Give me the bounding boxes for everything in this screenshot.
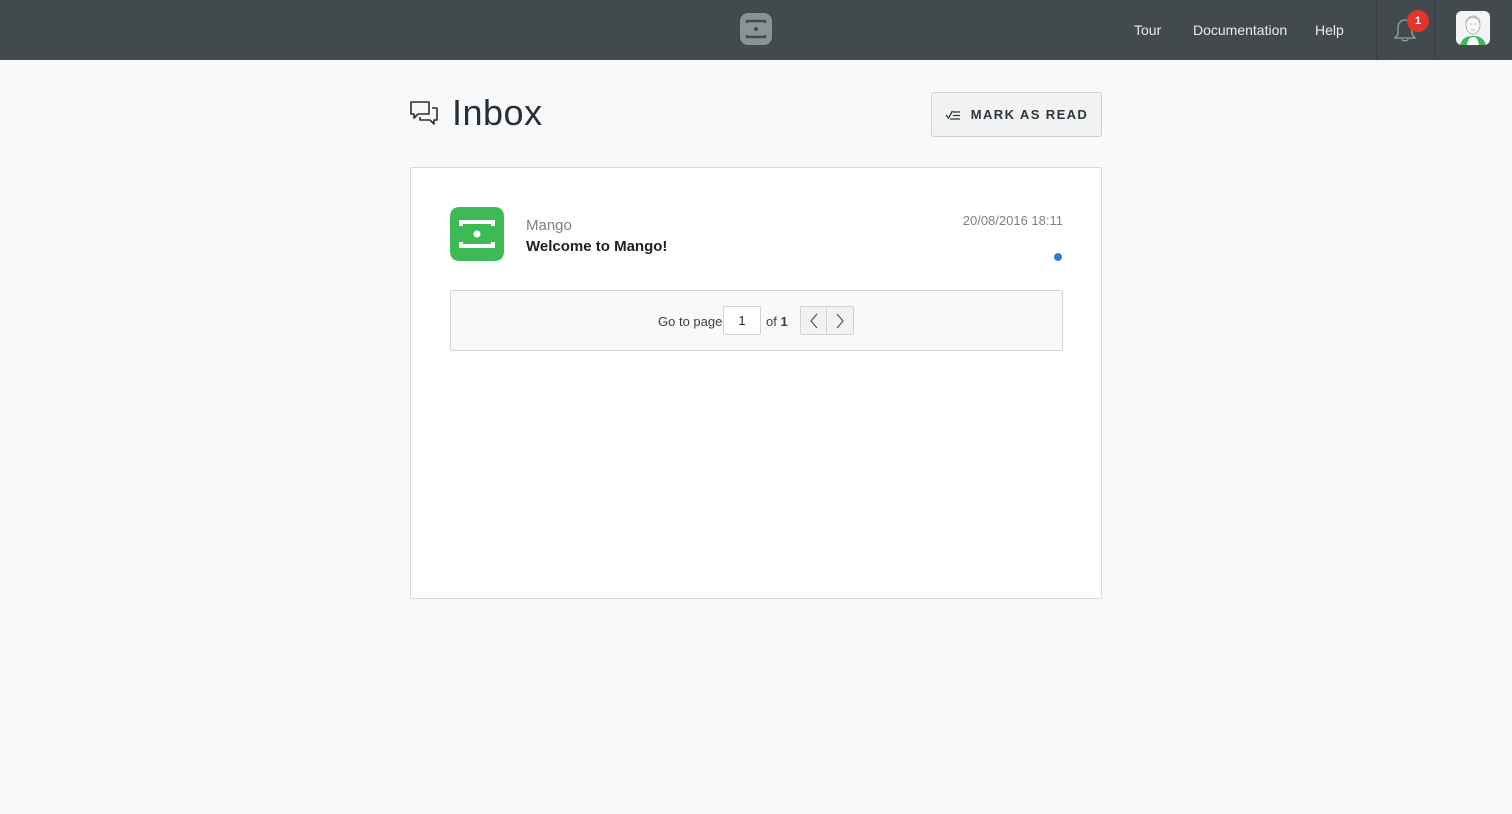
- message-list-item[interactable]: Mango Welcome to Mango! 20/08/2016 18:11: [450, 206, 1063, 266]
- mark-as-read-label: MARK AS READ: [970, 107, 1089, 122]
- chevron-right-icon: [836, 313, 844, 328]
- next-page-button[interactable]: [827, 306, 854, 335]
- chevron-left-icon: [809, 313, 817, 328]
- check-list-icon: [945, 110, 960, 120]
- top-navigation-bar: Tour Documentation Help 1: [0, 0, 1512, 60]
- pagination-bar: Go to page of 1: [450, 290, 1063, 351]
- nav-link-help[interactable]: Help: [1315, 22, 1344, 38]
- page-number-input[interactable]: [723, 306, 761, 335]
- notifications-button[interactable]: 1: [1377, 0, 1434, 60]
- total-pages-label: of 1: [766, 314, 788, 329]
- go-to-page-label: Go to page: [658, 314, 723, 329]
- notification-count-badge: 1: [1407, 10, 1429, 32]
- unread-indicator: [1054, 253, 1062, 261]
- mark-as-read-button[interactable]: MARK AS READ: [931, 92, 1102, 137]
- nav-link-tour[interactable]: Tour: [1134, 22, 1161, 38]
- nav-link-documentation[interactable]: Documentation: [1193, 22, 1287, 38]
- message-subject: Welcome to Mango!: [526, 238, 668, 255]
- message-sender: Mango: [526, 217, 572, 234]
- user-avatar-icon: [1456, 11, 1490, 45]
- page-title: Inbox: [452, 92, 543, 133]
- previous-page-button[interactable]: [800, 306, 827, 335]
- user-avatar[interactable]: [1456, 11, 1490, 45]
- mango-app-icon: [450, 207, 504, 261]
- chat-bubbles-icon: [410, 101, 438, 125]
- mango-logo-icon[interactable]: [740, 13, 772, 45]
- inbox-panel: Mango Welcome to Mango! 20/08/2016 18:11…: [410, 167, 1102, 599]
- nav-divider: [1434, 0, 1435, 60]
- message-date: 20/08/2016 18:11: [962, 213, 1063, 228]
